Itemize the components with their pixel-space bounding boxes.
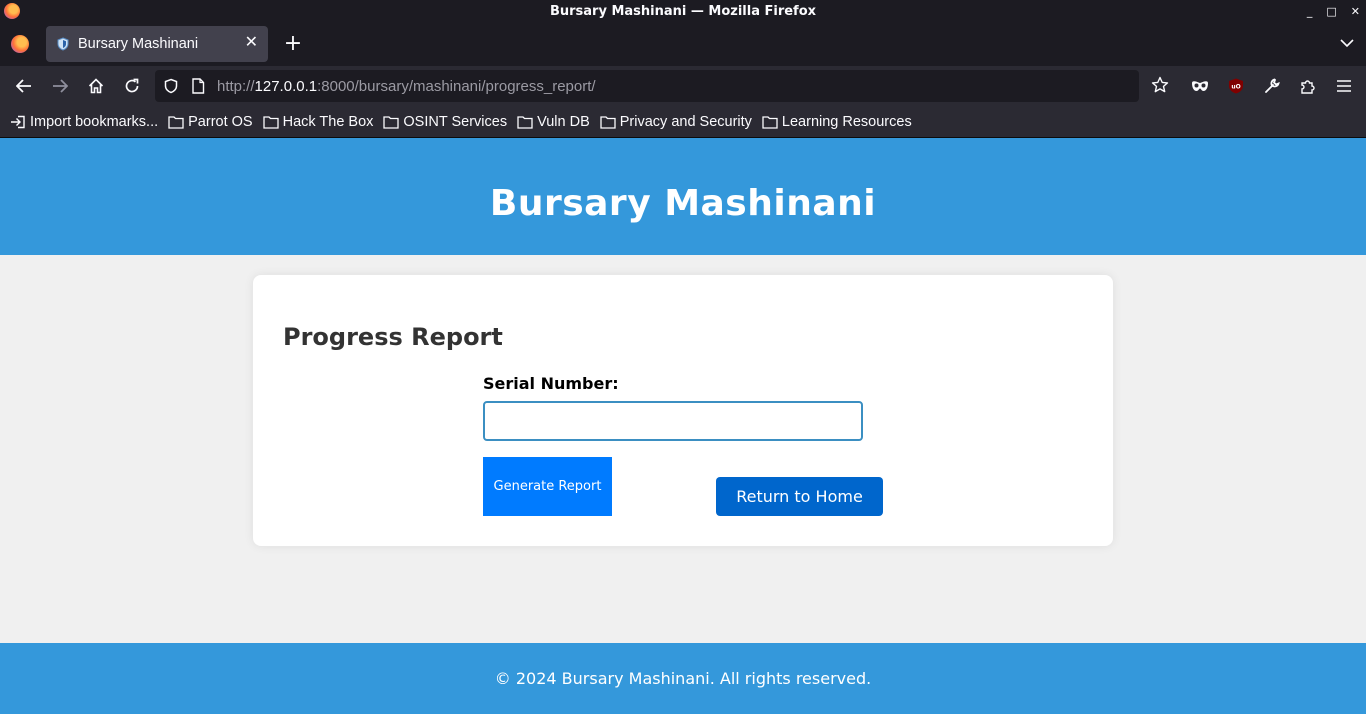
folder-icon: [262, 115, 279, 129]
bookmark-folder-vuln-db[interactable]: Vuln DB: [517, 114, 590, 130]
bookmark-star-button[interactable]: [1149, 74, 1171, 96]
bookmark-folder-hack-the-box[interactable]: Hack The Box: [262, 113, 374, 130]
bookmarks-toolbar: Import bookmarks... Parrot OS Hack The B…: [0, 106, 1366, 138]
bookmark-label: Privacy and Security: [619, 113, 752, 130]
url-host: 127.0.0.1: [254, 77, 318, 95]
footer-copyright: © 2024 Bursary Mashinani. All rights res…: [494, 669, 872, 688]
address-bar[interactable]: http://127.0.0.1:8000/bursary/mashinani/…: [155, 70, 1139, 102]
puzzle-icon: [1301, 80, 1315, 94]
close-window-button[interactable]: ✕: [1351, 5, 1360, 18]
folder-icon: [517, 115, 533, 129]
generate-report-button[interactable]: Generate Report: [483, 457, 612, 516]
firefox-app-icon: [4, 3, 20, 19]
reload-icon: [125, 78, 139, 93]
new-tab-button[interactable]: +: [282, 33, 304, 55]
folder-icon: [600, 115, 616, 129]
folder-icon: [168, 115, 184, 129]
ublock-shield-icon: uO: [1229, 78, 1243, 94]
forward-button[interactable]: [42, 70, 78, 102]
bookmark-label: Learning Resources: [781, 113, 912, 130]
serial-number-label: Serial Number:: [483, 374, 619, 393]
bookmark-label: Vuln DB: [537, 113, 590, 130]
private-mask-button[interactable]: [1184, 70, 1216, 102]
folder-icon: [762, 115, 778, 129]
url-scheme: http://: [217, 77, 255, 95]
arrow-right-icon: [53, 79, 68, 93]
page-info-icon[interactable]: [191, 78, 205, 94]
bookmark-folder-osint-services[interactable]: OSINT Services: [383, 114, 507, 130]
extensions-button[interactable]: [1292, 70, 1324, 102]
arrow-left-icon: [16, 79, 31, 93]
bookmark-label: Hack The Box: [282, 113, 374, 130]
window-titlebar: Bursary Mashinani — Mozilla Firefox _ □ …: [0, 0, 1366, 22]
tracking-protection-shield-icon[interactable]: [163, 78, 179, 94]
wrench-icon: [1265, 78, 1280, 93]
site-footer: © 2024 Bursary Mashinani. All rights res…: [0, 643, 1366, 714]
ublock-origin-button[interactable]: uO: [1220, 70, 1252, 102]
return-to-home-button[interactable]: Return to Home: [716, 477, 883, 516]
maximize-button[interactable]: □: [1326, 5, 1336, 18]
bookmark-label: Import bookmarks...: [30, 113, 159, 130]
window-controls: _ □ ✕: [1307, 0, 1360, 22]
progress-report-card: Progress Report Serial Number: Generate …: [253, 275, 1113, 546]
shield-favicon-icon: [57, 37, 69, 51]
bookmark-import[interactable]: Import bookmarks...: [10, 114, 158, 130]
hamburger-menu-icon: [1337, 80, 1351, 92]
star-icon: [1151, 76, 1169, 93]
tab-label: Bursary Mashinani: [78, 36, 199, 52]
bookmark-folder-learning-resources[interactable]: Learning Resources: [762, 114, 912, 130]
bookmark-folder-parrot-os[interactable]: Parrot OS: [168, 113, 253, 130]
home-icon: [88, 78, 104, 94]
serial-number-input[interactable]: [483, 401, 863, 441]
site-header: Bursary Mashinani: [0, 138, 1366, 255]
url-path: :8000/bursary/mashinani/progress_report/: [317, 77, 596, 95]
back-button[interactable]: [6, 70, 42, 102]
close-tab-icon[interactable]: ✕: [245, 34, 258, 52]
window-title: Bursary Mashinani — Mozilla Firefox: [549, 3, 817, 19]
developer-tools-button[interactable]: [1256, 70, 1288, 102]
bookmark-label: OSINT Services: [403, 113, 508, 130]
site-title: Bursary Mashinani: [489, 183, 877, 224]
chevron-down-icon: [1340, 38, 1354, 47]
reload-button[interactable]: [114, 70, 150, 102]
minimize-button[interactable]: _: [1307, 5, 1313, 18]
firefox-logo-icon: [11, 35, 29, 53]
url-text[interactable]: http://127.0.0.1:8000/bursary/mashinani/…: [217, 78, 596, 95]
web-page: Bursary Mashinani Progress Report Serial…: [0, 138, 1366, 714]
firefox-view-button[interactable]: [0, 22, 40, 66]
home-button[interactable]: [78, 70, 114, 102]
svg-text:uO: uO: [1231, 84, 1240, 91]
import-icon: [11, 115, 25, 128]
app-menu-button[interactable]: [1328, 70, 1360, 102]
mask-icon: [1192, 81, 1208, 91]
list-all-tabs-button[interactable]: [1338, 34, 1356, 52]
toolbar-extensions: uO: [1184, 70, 1360, 102]
tab-bursary-mashinani[interactable]: Bursary Mashinani ✕: [46, 26, 268, 62]
navigation-toolbar: http://127.0.0.1:8000/bursary/mashinani/…: [0, 66, 1366, 106]
bookmark-folder-privacy-and-security[interactable]: Privacy and Security: [600, 114, 752, 130]
bookmark-label: Parrot OS: [188, 113, 253, 130]
section-title: Progress Report: [283, 323, 503, 351]
folder-icon: [383, 115, 400, 129]
tab-bar: Bursary Mashinani ✕ +: [0, 22, 1366, 66]
